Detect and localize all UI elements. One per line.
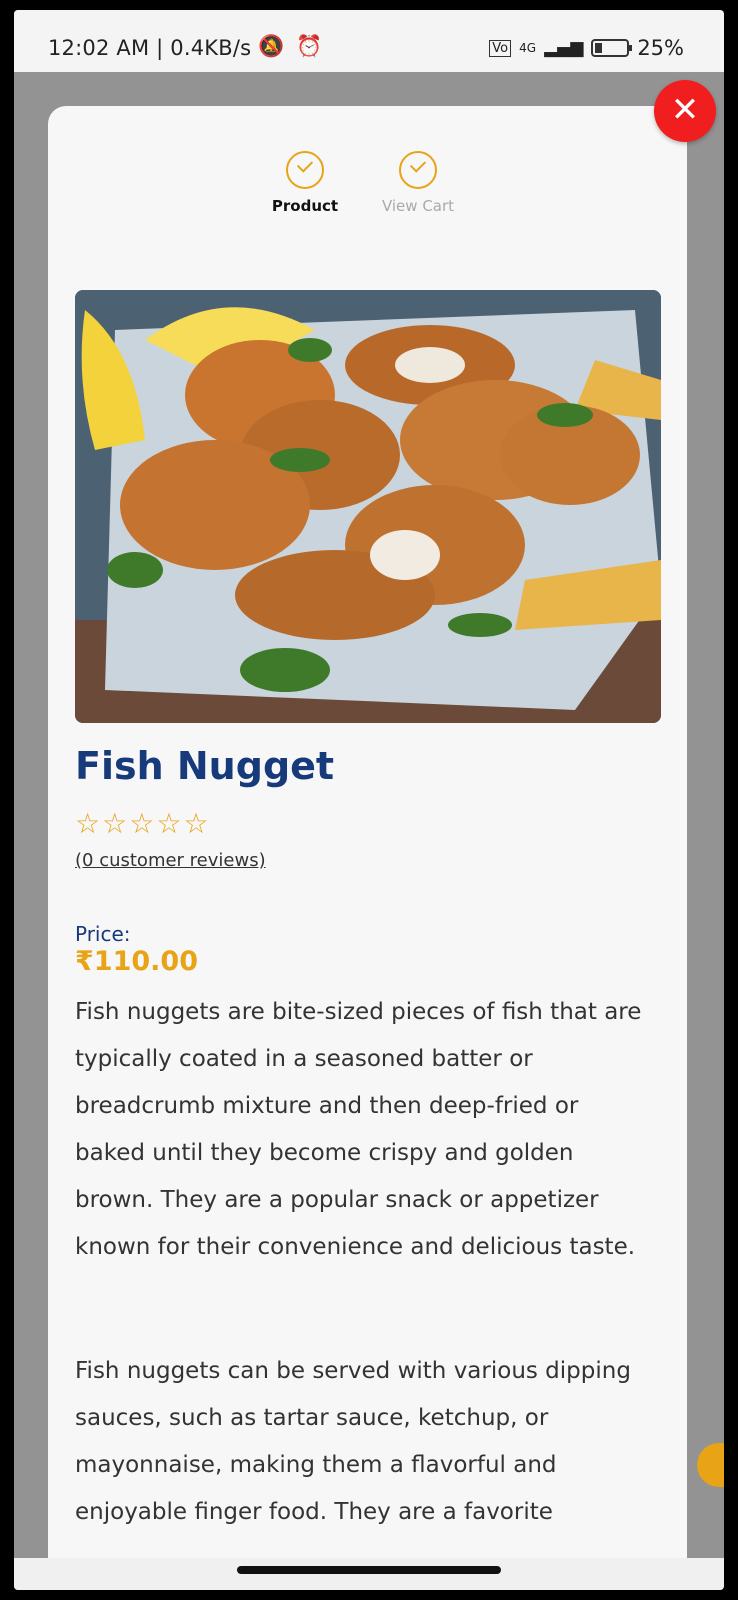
navigation-bar bbox=[14, 1558, 724, 1590]
fish-nugget-photo bbox=[75, 290, 661, 723]
price-label: Price: bbox=[75, 922, 131, 946]
star-outline-icon: ☆ bbox=[75, 807, 101, 840]
step-label: Product bbox=[271, 197, 339, 215]
star-outline-icon: ☆ bbox=[102, 807, 128, 840]
price-value: ₹110.00 bbox=[75, 946, 198, 977]
network-label: 4G bbox=[519, 41, 537, 55]
phone-screen: 12:02 AM | 0.4KB/s 🔕 ⏰ Vo 4G ▂▄▆ 25% Pro… bbox=[14, 10, 724, 1590]
product-quick-view-modal: Product View Cart Fish Nugget ☆ ☆ ☆ ☆ ☆ … bbox=[48, 106, 687, 1590]
rating-stars: ☆ ☆ ☆ ☆ ☆ bbox=[75, 810, 209, 838]
status-time: 12:02 AM | 0.4KB/s bbox=[48, 36, 252, 60]
status-right: Vo 4G ▂▄▆ 25% bbox=[489, 36, 684, 60]
home-indicator[interactable] bbox=[237, 1566, 501, 1574]
status-bar: 12:02 AM | 0.4KB/s 🔕 ⏰ Vo 4G ▂▄▆ 25% bbox=[14, 10, 724, 72]
star-outline-icon: ☆ bbox=[129, 807, 155, 840]
battery-level: 25% bbox=[637, 36, 684, 60]
description-paragraph: Fish nuggets can be served with various … bbox=[75, 1358, 631, 1525]
alarm-icon: ⏰ bbox=[296, 34, 323, 58]
battery-icon bbox=[591, 39, 633, 57]
step-label: View Cart bbox=[381, 197, 455, 215]
check-circle-icon bbox=[286, 151, 324, 189]
reviews-link[interactable]: (0 customer reviews) bbox=[75, 850, 266, 871]
product-title: Fish Nugget bbox=[75, 744, 335, 788]
signal-icon: ▂▄▆ bbox=[544, 38, 584, 58]
close-button[interactable]: ✕ bbox=[654, 80, 716, 142]
silent-icon: 🔕 bbox=[258, 34, 285, 58]
star-outline-icon: ☆ bbox=[156, 807, 182, 840]
step-product[interactable]: Product bbox=[245, 151, 365, 215]
step-view-cart[interactable]: View Cart bbox=[358, 151, 478, 215]
check-circle-icon bbox=[399, 151, 437, 189]
description-paragraph: Fish nuggets are bite-sized pieces of fi… bbox=[75, 999, 642, 1260]
product-image bbox=[75, 290, 661, 723]
close-icon: ✕ bbox=[670, 90, 700, 130]
volte-icon: Vo bbox=[489, 39, 512, 57]
star-outline-icon: ☆ bbox=[183, 807, 209, 840]
cart-stepper: Product View Cart bbox=[48, 106, 687, 266]
